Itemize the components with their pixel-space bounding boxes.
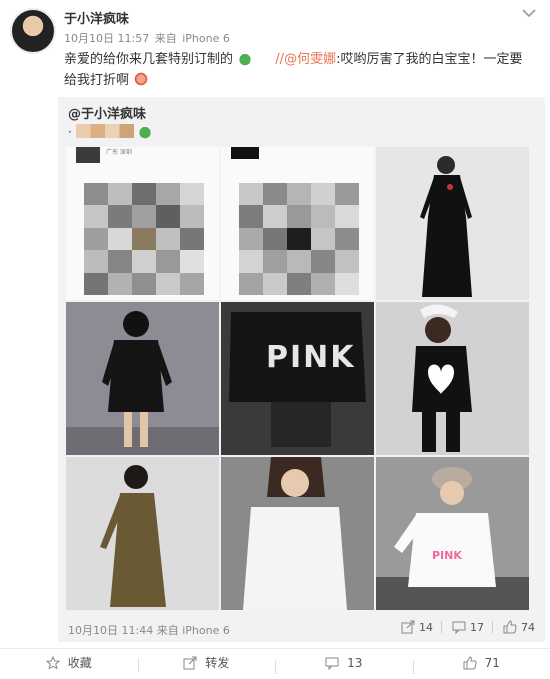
photo-9-print: PINK (432, 549, 462, 562)
photo-3[interactable] (376, 147, 529, 300)
mention-link[interactable]: @何雯娜 (284, 52, 336, 67)
photo-7[interactable] (66, 457, 219, 610)
model-black-hoodie (66, 311, 219, 455)
photo-5-print: PINK (266, 340, 356, 375)
repost-date[interactable]: 10月10日 11:44 (68, 624, 153, 637)
repost-text: · (68, 123, 154, 139)
green-emoji-icon (137, 123, 154, 139)
repost-source-prefix: 来自 (156, 624, 179, 637)
repost-separator: // (275, 52, 285, 67)
action-bar: 收藏 转发 13 71 (0, 648, 550, 676)
comment-count: 13 (347, 655, 363, 670)
model-white-shirt (221, 457, 374, 610)
repost-comment-count: 17 (470, 620, 484, 634)
post-source[interactable]: iPhone 6 (182, 32, 230, 45)
repost-comment-button[interactable]: 17 (452, 620, 493, 634)
comment-button[interactable]: 13 (275, 655, 413, 674)
mosaic-blur (75, 124, 134, 138)
photo-4[interactable] (66, 302, 219, 455)
favorite-label: 收藏 (67, 656, 92, 670)
post-text: 亲爱的给你来几套特别订制的 //@何雯娜:哎哟厉害了我的白宝宝！一定要给我打折啊 (64, 49, 534, 91)
like-button[interactable]: 71 (412, 655, 550, 674)
forward-button[interactable]: 转发 (137, 654, 276, 672)
thumbs-up-icon (503, 620, 517, 634)
share-icon (401, 620, 415, 634)
repost-text-dot: · (68, 125, 72, 139)
chevron-down-icon[interactable] (522, 6, 536, 22)
share-icon (183, 656, 197, 669)
photo-6[interactable] (376, 302, 529, 455)
photo-5[interactable]: PINK (221, 302, 374, 455)
photo-2-bar (231, 147, 259, 159)
model-pink-sweater (221, 302, 374, 455)
model-white-tee (376, 467, 529, 610)
red-emoji-icon (133, 71, 150, 87)
model-black-dress (420, 156, 472, 297)
green-emoji-icon (237, 50, 254, 66)
photo-2[interactable] (221, 147, 374, 300)
repost-meta: 10月10日 11:44 来自 iPhone 6 (68, 622, 230, 638)
post-date[interactable]: 10月10日 11:57 (64, 32, 149, 45)
repost-share-count: 14 (419, 620, 433, 634)
comment-icon (325, 657, 339, 670)
comment-icon (452, 621, 466, 634)
post-author[interactable]: 于小洋疯味 (64, 8, 129, 27)
photo-1-caption: 广东 深圳 (106, 149, 132, 156)
avatar[interactable] (10, 8, 56, 54)
post-meta: 10月10日 11:57 来自 iPhone 6 (64, 30, 232, 46)
repost-like-button[interactable]: 74 (503, 620, 535, 634)
repost-share-button[interactable]: 14 (401, 620, 442, 634)
model-olive-dress (100, 465, 166, 607)
post-source-prefix: 来自 (154, 32, 177, 45)
photo-1[interactable]: 广东 深圳 (66, 147, 219, 300)
favorite-button[interactable]: 收藏 (0, 654, 138, 671)
star-icon (45, 655, 60, 670)
model-heart-tee (412, 304, 472, 452)
mosaic-blur (84, 183, 204, 295)
like-count: 71 (484, 655, 500, 670)
forward-label: 转发 (205, 656, 230, 670)
repost-like-count: 74 (521, 620, 535, 634)
repost-actions: 14 17 74 (401, 620, 535, 634)
repost-card: @于小洋疯味 · 广东 深圳 PINK PINK 10月10日 11:44 来自… (58, 97, 545, 642)
mosaic-blur (239, 183, 359, 295)
photo-1-topbar: 广东 深圳 (76, 147, 146, 163)
photo-9[interactable]: PINK (376, 457, 529, 610)
post-text-part1: 亲爱的给你来几套特别订制的 (64, 52, 234, 67)
repost-author[interactable]: @于小洋疯味 (68, 103, 146, 122)
repost-source[interactable]: iPhone 6 (182, 624, 230, 637)
thumbs-up-icon (463, 655, 477, 669)
photo-8[interactable] (221, 457, 374, 610)
